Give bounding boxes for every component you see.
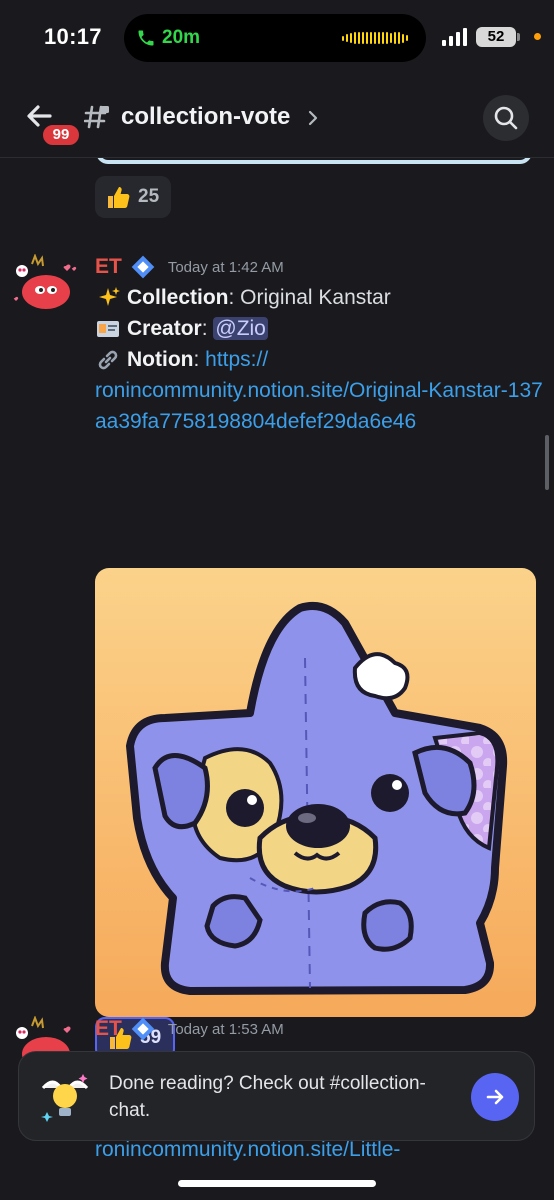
battery-tip <box>517 33 520 41</box>
dynamic-island[interactable]: 20m <box>124 14 426 62</box>
arrow-right-icon <box>486 1089 504 1105</box>
collection-value: : Original Kanstar <box>228 286 391 309</box>
id-card-icon <box>97 320 119 337</box>
locked-channel-hash-icon <box>84 105 109 129</box>
reaction-thumbs-up[interactable]: 25 <box>95 176 172 218</box>
creator-label: Creator <box>127 317 202 340</box>
channel-title[interactable]: collection-vote <box>121 103 290 131</box>
partial-notion-link[interactable]: ronincommunity.notion.site/Little- <box>95 1138 400 1162</box>
creator-separator: : <box>201 317 214 340</box>
previous-image-embed[interactable] <box>96 158 532 164</box>
avatar[interactable] <box>12 254 80 314</box>
search-button[interactable] <box>483 95 529 141</box>
chevron-right-icon[interactable] <box>307 109 319 127</box>
timestamp: Today at 1:53 AM <box>167 1020 284 1038</box>
creator-line: Creator: @Zio <box>95 313 545 344</box>
reaction-count: 25 <box>138 186 160 207</box>
link-icon <box>98 350 118 369</box>
status-bar: 10:17 20m 52 <box>0 0 554 76</box>
notion-link[interactable]: https:// <box>205 348 268 371</box>
notion-separator: : <box>193 348 206 371</box>
phone-icon <box>138 30 154 46</box>
notion-link-continued[interactable]: ronincommunity.notion.site/Original-Kans… <box>95 375 545 437</box>
status-time: 10:17 <box>44 24 102 49</box>
message-header: ET Today at 1:42 AM <box>95 254 284 280</box>
timestamp: Today at 1:42 AM <box>167 258 284 276</box>
battery-icon: 52 <box>476 27 516 47</box>
sparkles-icon <box>99 286 120 306</box>
lightbulb-icon <box>41 1074 89 1122</box>
call-duration: 20m <box>162 27 201 48</box>
go-to-channel-button[interactable] <box>471 1073 519 1121</box>
role-diamond-icon <box>131 1017 155 1041</box>
channel-redirect-prompt[interactable]: Done reading? Check out #collection-chat… <box>18 1051 535 1141</box>
collection-line: Collection: Original Kanstar <box>95 282 545 313</box>
prompt-text: Done reading? Check out #collection-chat… <box>109 1073 426 1121</box>
message-list[interactable]: 25 ET Today at 1:42 AM Collection: Origi… <box>0 158 554 1200</box>
call-indicator: 20m <box>136 23 200 53</box>
channel-header: 99 collection-vote <box>0 76 554 158</box>
thumbs-up-icon <box>108 187 130 208</box>
search-icon <box>494 106 518 130</box>
battery-level: 52 <box>487 28 505 45</box>
message-header: ET Today at 1:53 AM <box>95 1016 284 1042</box>
home-indicator[interactable] <box>178 1180 376 1187</box>
author-name[interactable]: ET <box>95 1017 122 1041</box>
unread-badge: 99 <box>40 122 82 148</box>
collection-artwork-image[interactable] <box>95 568 536 1017</box>
notion-label: Notion <box>127 348 194 371</box>
privacy-indicator-dot <box>534 33 541 40</box>
scrollbar[interactable] <box>545 435 549 490</box>
collection-label: Collection <box>127 286 229 309</box>
role-diamond-icon <box>131 255 155 279</box>
cellular-signal-icon <box>442 28 467 46</box>
audio-waveform-icon <box>342 31 408 45</box>
notion-line: Notion: https:// <box>95 344 545 375</box>
author-name[interactable]: ET <box>95 255 122 279</box>
message-content: Collection: Original Kanstar Creator: @Z… <box>95 282 545 437</box>
creator-mention[interactable]: @Zio <box>213 317 268 340</box>
